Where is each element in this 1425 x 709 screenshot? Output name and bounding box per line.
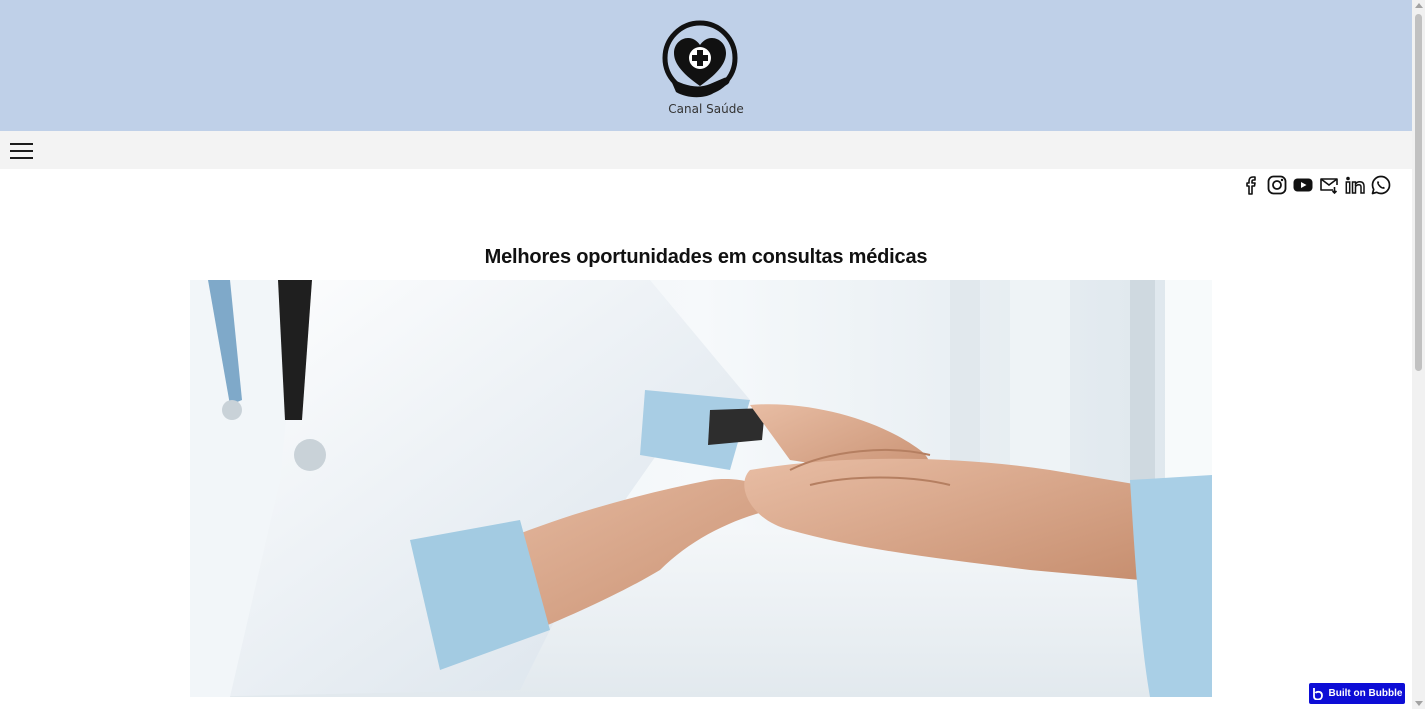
scrollbar-thumb[interactable] — [1415, 14, 1422, 371]
linkedin-icon[interactable] — [1344, 174, 1366, 196]
badge-label: Built on Bubble — [1328, 688, 1403, 699]
doctor-holding-patient-hands-photo — [190, 280, 1212, 697]
instagram-icon[interactable] — [1266, 174, 1288, 196]
scrollbar[interactable] — [1412, 0, 1425, 709]
whatsapp-icon[interactable] — [1370, 174, 1392, 196]
hero-image — [190, 280, 1212, 697]
youtube-icon[interactable] — [1292, 174, 1314, 196]
site-header: Canal Saúde — [0, 0, 1412, 131]
nav-bar — [0, 131, 1412, 169]
page-title: Melhores oportunidades em consultas médi… — [484, 246, 928, 268]
facebook-icon[interactable] — [1240, 174, 1262, 196]
scroll-up-arrow-icon[interactable] — [1415, 3, 1423, 8]
built-on-bubble-badge[interactable]: Built on Bubble — [1309, 683, 1405, 704]
email-icon[interactable] — [1318, 174, 1340, 196]
scroll-down-arrow-icon[interactable] — [1415, 701, 1423, 706]
hamburger-menu-icon[interactable] — [10, 140, 33, 160]
brand-name: Canal Saúde — [668, 102, 744, 116]
bubble-logo-icon — [1312, 688, 1323, 700]
logo-icon[interactable] — [662, 20, 740, 100]
